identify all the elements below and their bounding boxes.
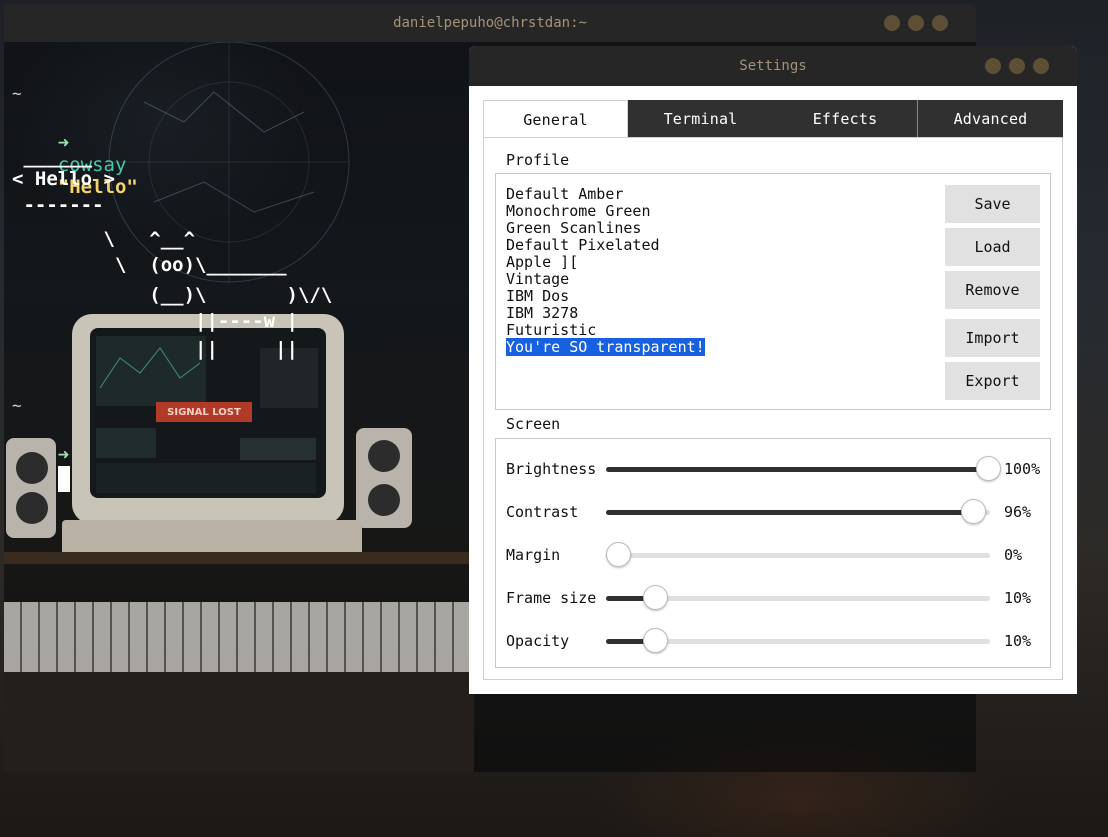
terminal-cursor	[57, 466, 70, 492]
margin-label: Margin	[506, 546, 561, 564]
frame-size-label: Frame size	[506, 589, 597, 607]
profile-group: Default Amber Monochrome Green Green Sca…	[495, 173, 1051, 410]
brightness-value: 100%	[1004, 460, 1041, 478]
cowsay-cow-line-1: \ ^__^	[12, 228, 196, 250]
profile-list-item[interactable]: Default Pixelated	[506, 237, 705, 254]
minimize-button[interactable]	[884, 15, 900, 31]
profile-list-item[interactable]: Green Scanlines	[506, 220, 705, 237]
maximize-button[interactable]	[1009, 58, 1025, 74]
settings-title: Settings	[739, 58, 807, 74]
prompt-arrow-2: ➜	[57, 444, 70, 466]
terminal-title: danielpepuho@chrstdan:~	[393, 15, 587, 31]
synth-keys-image	[4, 602, 474, 672]
brightness-slider[interactable]	[606, 456, 1001, 481]
cowsay-bubble: < Hello >	[12, 168, 115, 190]
tab-advanced[interactable]: Advanced	[918, 100, 1063, 138]
cowsay-top: ______	[12, 146, 93, 168]
close-button[interactable]	[932, 15, 948, 31]
cowsay-cow-line-3: (__)\ )\/\	[12, 284, 333, 306]
margin-value: 0%	[1004, 546, 1023, 564]
margin-slider[interactable]	[606, 542, 990, 567]
brightness-slider-row: Brightness 100%	[506, 454, 1046, 484]
terminal-tilde: ~	[12, 84, 22, 103]
profile-list-item[interactable]: Monochrome Green	[506, 203, 705, 220]
contrast-value: 96%	[1004, 503, 1032, 521]
profile-list[interactable]: Default Amber Monochrome Green Green Sca…	[506, 186, 705, 356]
settings-tabs: General Terminal Effects Advanced	[483, 100, 1063, 138]
frame-size-slider-row: Frame size 10%	[506, 583, 1046, 613]
import-button[interactable]: Import	[945, 319, 1040, 357]
contrast-label: Contrast	[506, 503, 579, 521]
cowsay-cow-line-2: \ (oo)\_______	[12, 254, 287, 276]
maximize-button[interactable]	[908, 15, 924, 31]
export-button[interactable]: Export	[945, 362, 1040, 400]
signal-lost-label: SIGNAL LOST	[156, 402, 252, 422]
frame-size-slider-handle[interactable]	[643, 585, 668, 610]
tab-effects[interactable]: Effects	[773, 100, 918, 138]
cowsay-bottom: -------	[12, 194, 104, 216]
contrast-slider-handle[interactable]	[961, 499, 987, 524]
shelf-image	[4, 552, 474, 564]
contrast-slider[interactable]	[606, 499, 990, 524]
brightness-slider-handle[interactable]	[976, 456, 1001, 481]
contrast-slider-row: Contrast 96%	[506, 497, 1046, 527]
opacity-slider[interactable]	[606, 628, 990, 653]
profile-list-item[interactable]: Default Amber	[506, 186, 705, 203]
speaker-image	[356, 428, 412, 528]
terminal-input-line[interactable]: ➜	[12, 422, 70, 514]
profile-group-title: Profile	[504, 151, 572, 169]
frame-size-value: 10%	[1004, 589, 1032, 607]
general-tab-panel: Default Amber Monochrome Green Green Sca…	[483, 137, 1063, 680]
remove-button[interactable]: Remove	[945, 271, 1040, 309]
margin-slider-handle[interactable]	[606, 542, 631, 567]
screen-group-title: Screen	[504, 415, 563, 433]
tab-terminal[interactable]: Terminal	[628, 100, 773, 138]
contrast-slider-fill	[606, 510, 975, 515]
profile-list-item[interactable]: IBM Dos	[506, 288, 705, 305]
profile-list-item[interactable]: Futuristic	[506, 322, 705, 339]
settings-titlebar[interactable]: Settings	[469, 46, 1077, 86]
settings-window[interactable]: Settings General Terminal Effects Advanc…	[469, 46, 1077, 694]
terminal-tilde-2: ~	[12, 396, 22, 415]
profile-list-item[interactable]: IBM 3278	[506, 305, 705, 322]
brightness-label: Brightness	[506, 460, 597, 478]
close-button[interactable]	[1033, 58, 1049, 74]
opacity-slider-row: Opacity 10%	[506, 626, 1046, 656]
screen-group: Brightness 100% Contrast 96% Margin 0% F…	[495, 438, 1051, 668]
save-button[interactable]: Save	[945, 185, 1040, 223]
brightness-slider-fill	[606, 467, 989, 472]
cowsay-cow-line-5: || ||	[12, 338, 298, 360]
terminal-window-controls	[884, 15, 948, 31]
cowsay-cow-line-4: ||----w |	[12, 310, 298, 332]
load-button[interactable]: Load	[945, 228, 1040, 266]
synth-base-image	[4, 672, 474, 772]
opacity-value: 10%	[1004, 632, 1032, 650]
profile-list-item[interactable]: Apple ][	[506, 254, 705, 271]
settings-window-controls	[985, 58, 1049, 74]
opacity-slider-handle[interactable]	[643, 628, 668, 653]
minimize-button[interactable]	[985, 58, 1001, 74]
margin-slider-row: Margin 0%	[506, 540, 1046, 570]
profile-list-item[interactable]: Vintage	[506, 271, 705, 288]
tab-general[interactable]: General	[483, 100, 628, 138]
terminal-titlebar[interactable]: danielpepuho@chrstdan:~	[4, 4, 976, 42]
frame-size-slider[interactable]	[606, 585, 990, 610]
profile-list-item-selected[interactable]: You're SO transparent!	[506, 338, 705, 356]
opacity-label: Opacity	[506, 632, 570, 650]
